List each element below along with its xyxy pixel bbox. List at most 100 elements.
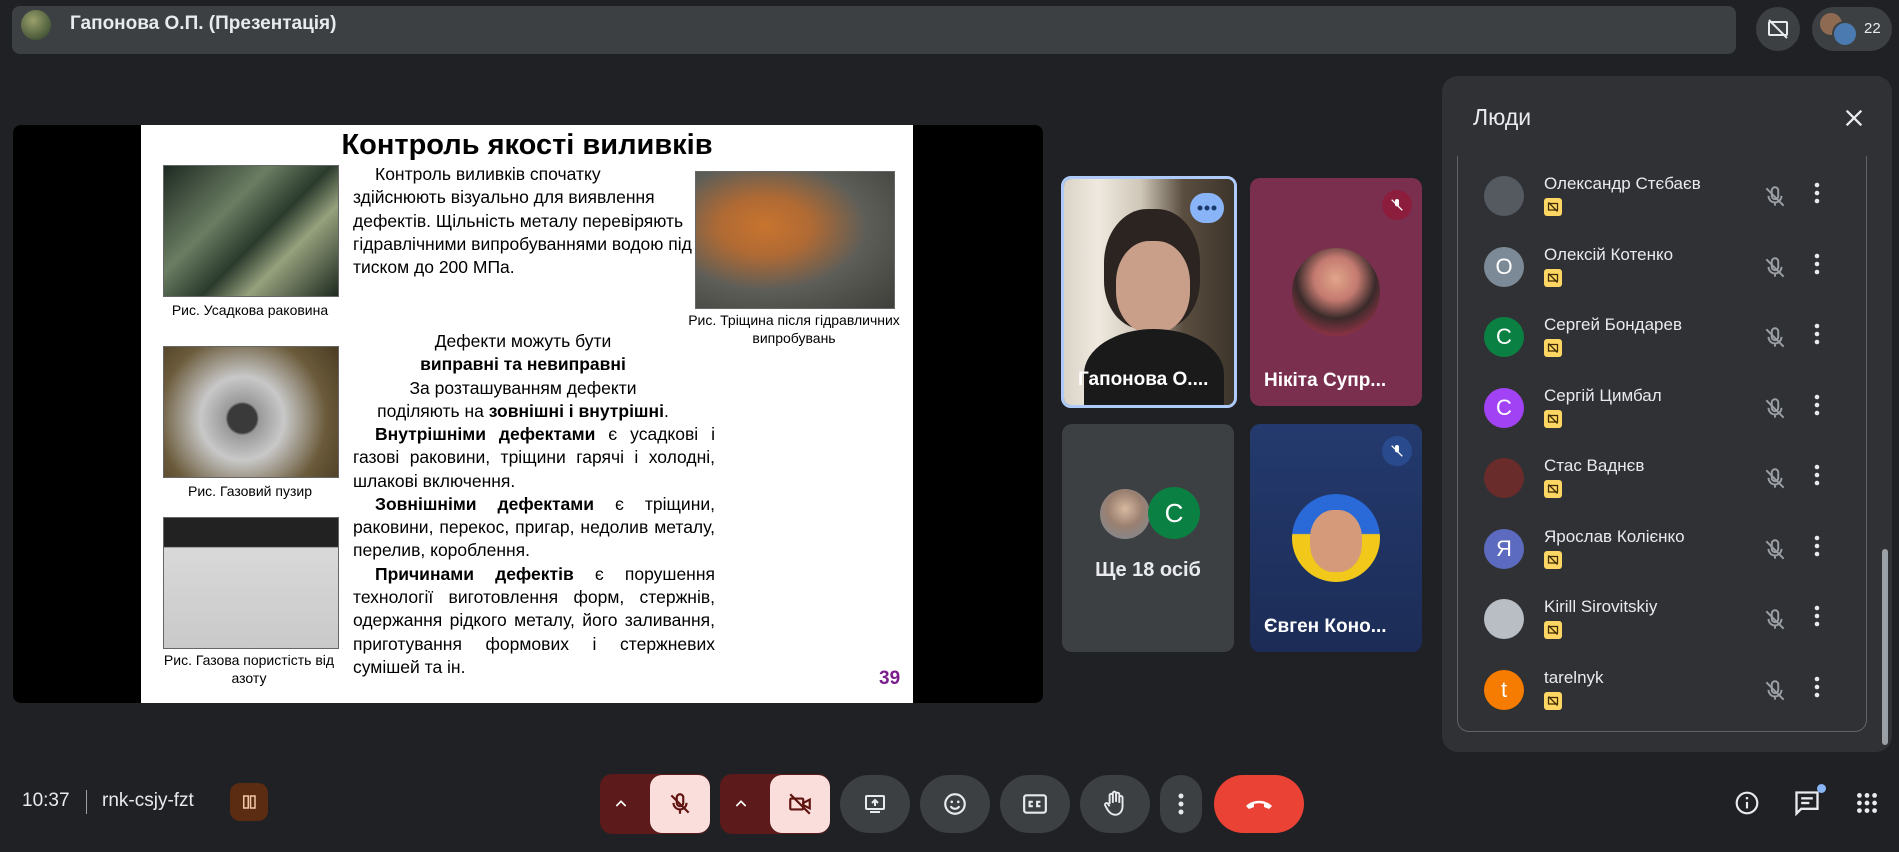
chat-button[interactable] bbox=[1790, 784, 1826, 820]
presentation-off-icon bbox=[1547, 202, 1559, 212]
participant-more-button[interactable] bbox=[1814, 464, 1820, 491]
participants-button[interactable]: 22 bbox=[1812, 7, 1892, 51]
mic-off-icon bbox=[1765, 256, 1785, 277]
presentation-off-button[interactable] bbox=[1756, 7, 1800, 51]
mute-participant-button[interactable] bbox=[1762, 255, 1788, 286]
avatar: Я bbox=[1484, 528, 1524, 569]
participant-row[interactable]: Я Ярослав Колієнко bbox=[1458, 519, 1866, 589]
participant-count: 22 bbox=[1864, 20, 1881, 37]
camera-off-icon bbox=[789, 793, 811, 815]
people-panel-title: Люди bbox=[1473, 104, 1532, 130]
caption-crack: Рис. Тріщина після гідравличних випробув… bbox=[688, 312, 900, 346]
participant-row[interactable]: Kirill Sirovitskiy bbox=[1458, 589, 1866, 659]
more-people-label: Ще 18 осіб bbox=[1095, 559, 1201, 581]
participant-more-button[interactable] bbox=[1814, 535, 1820, 562]
mic-off-icon bbox=[1765, 609, 1785, 630]
tile-more-button[interactable] bbox=[1190, 193, 1224, 223]
caption-shrinkage: Рис. Усадкова раковина bbox=[171, 302, 329, 318]
captions-button[interactable] bbox=[1000, 775, 1070, 833]
participant-more-button[interactable] bbox=[1814, 394, 1820, 421]
presentation-badge bbox=[1544, 268, 1562, 287]
participant-name: Kirill Sirovitskiy bbox=[1544, 597, 1658, 616]
mute-participant-button[interactable] bbox=[1762, 184, 1788, 215]
presentation-indicator-button[interactable] bbox=[230, 783, 268, 821]
participant-avatar bbox=[1832, 21, 1858, 47]
photo-shrinkage-cavity bbox=[163, 165, 339, 297]
participant-more-button[interactable] bbox=[1814, 676, 1820, 703]
caption-gas-bubble: Рис. Газовий пузир bbox=[188, 483, 312, 499]
participant-row[interactable]: Стас Ваднєв bbox=[1458, 448, 1866, 518]
info-icon bbox=[1735, 791, 1759, 815]
mute-participant-button[interactable] bbox=[1762, 537, 1788, 568]
presenter-title[interactable]: Гапонова О.П. (Презентація) bbox=[70, 13, 336, 35]
slide-paragraph-1: Контроль виливків спочатку здійснюють ві… bbox=[353, 164, 692, 278]
defects-line-2: виправні та невиправні bbox=[420, 354, 626, 375]
presentation-off-icon bbox=[1547, 554, 1559, 565]
more-vertical-icon bbox=[1814, 535, 1820, 556]
mute-participant-button[interactable] bbox=[1762, 607, 1788, 638]
tile-name: Нікіта Супр... bbox=[1264, 370, 1387, 391]
present-screen-icon bbox=[865, 795, 885, 813]
mic-options-button[interactable] bbox=[600, 775, 642, 833]
camera-toggle-button[interactable] bbox=[770, 775, 830, 833]
avatar: О bbox=[1484, 246, 1524, 287]
close-panel-button[interactable] bbox=[1832, 96, 1876, 140]
participant-more-button[interactable] bbox=[1814, 605, 1820, 632]
presentation-off-icon bbox=[1768, 19, 1788, 39]
reactions-button[interactable] bbox=[920, 775, 990, 833]
presenter-avatar bbox=[21, 10, 51, 40]
participant-more-button[interactable] bbox=[1814, 253, 1820, 280]
participant-row[interactable]: О Олексій Котенко bbox=[1458, 237, 1866, 307]
participant-more-button[interactable] bbox=[1814, 323, 1820, 350]
presentation-badge bbox=[1544, 339, 1562, 357]
mic-off-icon bbox=[1391, 199, 1403, 211]
mic-off-icon bbox=[1765, 538, 1785, 559]
mute-participant-button[interactable] bbox=[1762, 325, 1788, 356]
leave-call-button[interactable] bbox=[1214, 775, 1304, 833]
raise-hand-button[interactable] bbox=[1080, 775, 1150, 833]
mic-muted-badge bbox=[1382, 436, 1412, 466]
activities-button[interactable] bbox=[1850, 786, 1884, 820]
mic-toggle-button[interactable] bbox=[650, 775, 710, 833]
meeting-info-button[interactable] bbox=[1730, 786, 1764, 820]
mute-participant-button[interactable] bbox=[1762, 396, 1788, 427]
present-screen-button[interactable] bbox=[840, 775, 910, 833]
mic-off-icon bbox=[1765, 679, 1785, 700]
internal-defects-bold: Внутрішніми дефектами bbox=[375, 424, 596, 444]
presentation-icon bbox=[243, 795, 256, 809]
slide: Контроль якості виливків Рис. Усадкова р… bbox=[141, 125, 913, 703]
slide-title: Контроль якості виливків bbox=[341, 129, 713, 161]
participant-row[interactable]: Олександр Стєбаєв bbox=[1458, 166, 1866, 236]
external-defects: Зовнішніми дефектами є тріщини, раковини… bbox=[353, 493, 715, 563]
avatar: С bbox=[1484, 387, 1524, 428]
defects-line-4: поділяють на зовнішні і внутрішні. bbox=[353, 400, 693, 423]
mute-participant-button[interactable] bbox=[1762, 678, 1788, 709]
video-tile-participant[interactable]: Євген Коно... bbox=[1250, 424, 1422, 652]
mic-off-icon bbox=[670, 793, 690, 814]
presentation-badge bbox=[1544, 198, 1562, 216]
presentation-off-icon bbox=[1547, 413, 1559, 424]
caption-gas-porosity: Рис. Газова пористість від азоту bbox=[163, 652, 335, 686]
tile-name: Гапонова О.... bbox=[1078, 369, 1209, 390]
chat-notification-dot bbox=[1817, 784, 1826, 793]
mic-off-icon bbox=[1765, 186, 1785, 207]
video-tile-participant[interactable]: Нікіта Супр... bbox=[1250, 178, 1422, 406]
hang-up-icon bbox=[1246, 800, 1272, 809]
participant-row[interactable]: t tarelnyk bbox=[1458, 660, 1866, 730]
mute-participant-button[interactable] bbox=[1762, 466, 1788, 497]
more-vertical-icon bbox=[1814, 676, 1820, 697]
video-tile-others[interactable]: С Ще 18 осіб bbox=[1062, 424, 1234, 652]
video-tile-presenter[interactable]: Гапонова О.... bbox=[1061, 176, 1237, 408]
meeting-code[interactable]: rnk-csjy-fzt bbox=[102, 790, 194, 812]
presentation-off-icon bbox=[1547, 272, 1559, 283]
camera-options-button[interactable] bbox=[720, 775, 762, 833]
divider bbox=[86, 790, 87, 814]
participant-more-button[interactable] bbox=[1814, 182, 1820, 209]
participant-row[interactable]: С Сергій Цимбал bbox=[1458, 378, 1866, 448]
presentation-badge bbox=[1544, 480, 1562, 498]
defects-line-1: Дефекти можуть бути bbox=[434, 331, 612, 351]
more-options-button[interactable] bbox=[1160, 775, 1202, 833]
people-list-scrollbar[interactable] bbox=[1882, 549, 1888, 745]
more-horizontal-icon bbox=[1197, 205, 1217, 211]
participant-row[interactable]: С Сергей Бондарев bbox=[1458, 307, 1866, 377]
